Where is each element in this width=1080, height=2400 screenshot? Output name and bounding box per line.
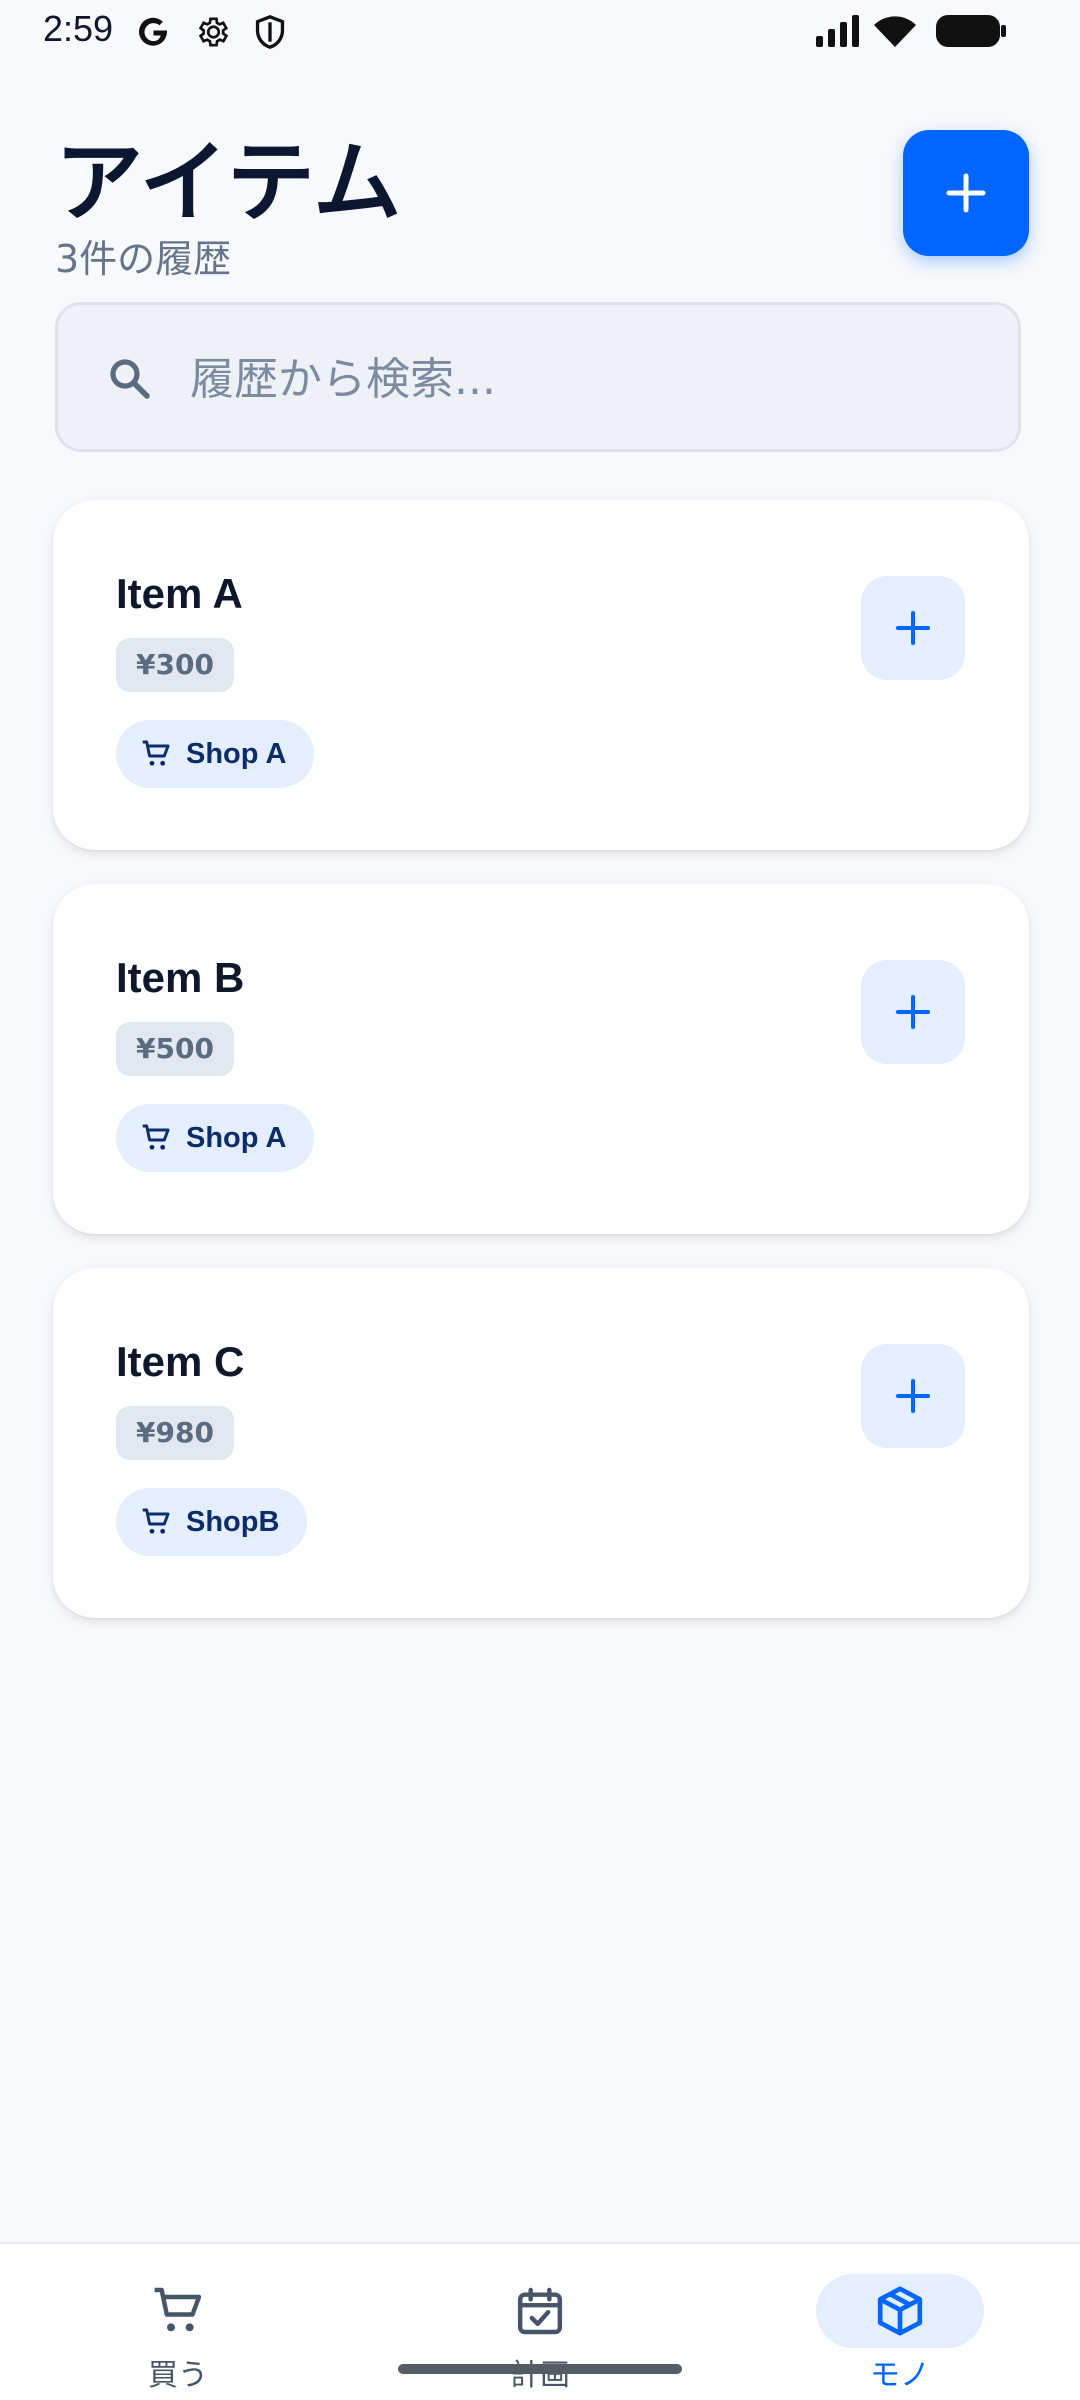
nav-item-plan[interactable]: 計画 [440, 2274, 640, 2394]
item-card[interactable]: Item A ¥300 Shop A [53, 500, 1029, 850]
shop-chip: Shop A [116, 1104, 315, 1172]
price-badge: ¥980 [116, 1406, 234, 1460]
calendar-check-icon [517, 2287, 563, 2335]
nav-icon-container [816, 2274, 984, 2348]
search-input[interactable] [188, 343, 972, 415]
plus-icon [896, 611, 930, 645]
plus-icon [896, 995, 930, 1029]
item-name: Item A [116, 570, 243, 617]
item-name: Item B [116, 954, 245, 1001]
shop-chip: Shop A [116, 720, 315, 788]
page-title: アイテム [55, 131, 403, 234]
nav-item-things[interactable]: モノ [800, 2274, 1000, 2394]
gesture-handle[interactable] [398, 2364, 682, 2374]
nav-icon-container [94, 2274, 262, 2348]
battery-icon [935, 14, 1007, 53]
google-icon [135, 14, 171, 55]
wifi-icon [872, 14, 918, 53]
add-to-list-button[interactable] [861, 1344, 965, 1448]
add-to-list-button[interactable] [861, 576, 965, 680]
shield-icon [253, 14, 287, 55]
cart-icon [142, 1124, 170, 1150]
bottom-navigation: 買う 計画 モノ [0, 2242, 1080, 2400]
nav-label: 買う [148, 2358, 208, 2393]
shop-name: Shop A [186, 1121, 287, 1154]
item-card[interactable]: Item C ¥980 ShopB [53, 1268, 1029, 1618]
box-icon [877, 2286, 923, 2336]
shop-name: ShopB [186, 1505, 280, 1538]
price-badge: ¥500 [116, 1022, 234, 1076]
add-to-list-button[interactable] [861, 960, 965, 1064]
nav-icon-container [456, 2274, 624, 2348]
add-item-button[interactable] [903, 130, 1029, 256]
plus-icon [896, 1379, 930, 1413]
plus-icon [946, 173, 986, 213]
gear-icon [194, 14, 230, 55]
search-icon [106, 355, 154, 408]
signal-icon [814, 14, 862, 53]
item-name: Item C [116, 1338, 245, 1385]
cart-icon [154, 2287, 202, 2332]
cart-icon [142, 1508, 170, 1534]
price-badge: ¥300 [116, 638, 234, 692]
history-count: 3件の履歴 [55, 237, 232, 281]
nav-item-buy[interactable]: 買う [78, 2274, 278, 2394]
nav-label: モノ [870, 2358, 930, 2393]
items-screen: 2:59 アイテム 3件の履歴 履歴から検索... Item A ¥300 Sh… [0, 0, 1080, 2400]
status-bar: 2:59 [0, 0, 1080, 62]
search-bar[interactable] [55, 302, 1021, 452]
shop-name: Shop A [186, 737, 287, 770]
cart-icon [142, 740, 170, 766]
item-card[interactable]: Item B ¥500 Shop A [53, 884, 1029, 1234]
status-time: 2:59 [43, 8, 114, 49]
shop-chip: ShopB [116, 1488, 308, 1556]
